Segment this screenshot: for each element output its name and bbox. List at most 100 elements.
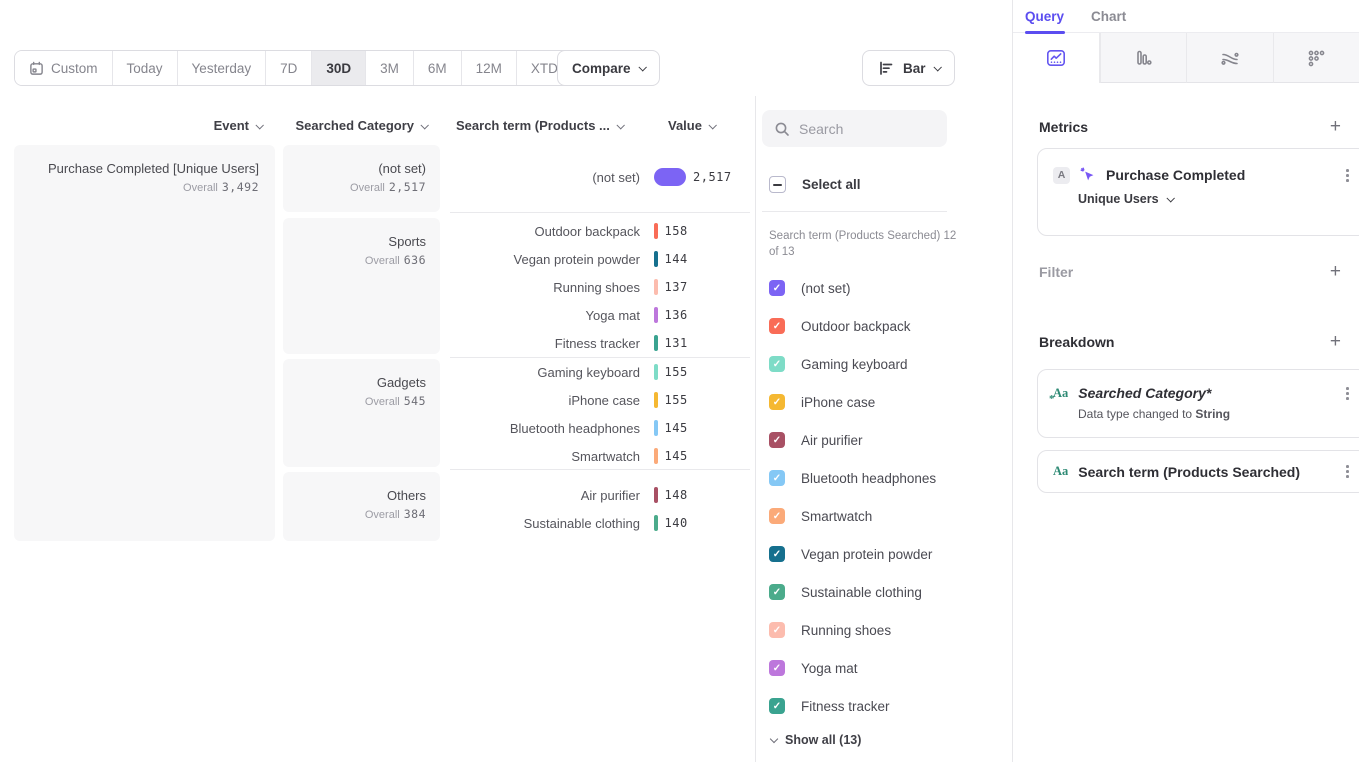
value-row[interactable]: Running shoes137 bbox=[450, 273, 750, 301]
bar-chart-icon bbox=[877, 59, 895, 77]
item-label: Gaming keyboard bbox=[801, 357, 908, 372]
breakdown-card-searched-category[interactable]: Aa* Searched Category* Data type changed… bbox=[1037, 369, 1359, 438]
select-all-checkbox[interactable] bbox=[769, 176, 786, 193]
filter-item[interactable]: ✓Outdoor backpack bbox=[769, 318, 911, 334]
value-row[interactable]: Yoga mat136 bbox=[450, 301, 750, 329]
compare-button[interactable]: Compare bbox=[557, 50, 660, 86]
value-row[interactable]: Sustainable clothing140 bbox=[450, 509, 750, 537]
search-icon bbox=[774, 121, 790, 137]
date-range-today[interactable]: Today bbox=[113, 51, 178, 85]
item-checkbox[interactable]: ✓ bbox=[769, 508, 785, 524]
value-row[interactable]: iPhone case155 bbox=[450, 386, 750, 414]
item-checkbox[interactable]: ✓ bbox=[769, 584, 785, 600]
chart-type-select[interactable]: Bar bbox=[862, 50, 955, 86]
column-header-value[interactable]: Value bbox=[668, 118, 715, 133]
column-header-category[interactable]: Searched Category bbox=[283, 118, 427, 133]
tab-funnels[interactable] bbox=[1100, 33, 1187, 83]
category-cell[interactable]: Gadgets Overall545 bbox=[283, 359, 440, 467]
search-input[interactable] bbox=[799, 121, 929, 137]
metric-card[interactable]: A Purchase Completed Unique Users bbox=[1037, 148, 1359, 236]
date-range-12m[interactable]: 12M bbox=[462, 51, 517, 85]
value-row[interactable]: Bluetooth headphones145 bbox=[450, 414, 750, 442]
metric-menu-button[interactable] bbox=[1343, 166, 1352, 185]
item-label: Yoga mat bbox=[801, 661, 858, 676]
value-row[interactable]: Gaming keyboard155 bbox=[450, 358, 750, 386]
date-range-yesterday[interactable]: Yesterday bbox=[178, 51, 267, 85]
value-number: 145 bbox=[665, 449, 688, 463]
value-bar bbox=[654, 279, 658, 295]
term-label: Outdoor backpack bbox=[450, 224, 640, 239]
filter-item[interactable]: ✓Sustainable clothing bbox=[769, 584, 922, 600]
item-checkbox[interactable]: ✓ bbox=[769, 660, 785, 676]
item-checkbox[interactable]: ✓ bbox=[769, 318, 785, 334]
value-row[interactable]: Smartwatch145 bbox=[450, 442, 750, 470]
item-checkbox[interactable]: ✓ bbox=[769, 622, 785, 638]
column-header-term[interactable]: Search term (Products ... bbox=[456, 118, 623, 133]
filter-item[interactable]: ✓ Yoga mat bbox=[769, 660, 858, 676]
category-overall: Overall384 bbox=[365, 507, 426, 521]
item-checkbox[interactable]: ✓ bbox=[769, 356, 785, 372]
chevron-down-icon bbox=[708, 121, 716, 129]
breakdown-menu-button[interactable] bbox=[1343, 384, 1352, 403]
term-label: Bluetooth headphones bbox=[450, 421, 640, 436]
filter-item[interactable]: ✓ Smartwatch bbox=[769, 508, 872, 524]
category-cell[interactable]: Others Overall384 bbox=[283, 472, 440, 541]
item-checkbox[interactable]: ✓ bbox=[769, 280, 785, 296]
filter-item[interactable]: ✓Vegan protein powder bbox=[769, 546, 932, 562]
event-cell[interactable]: Purchase Completed [Unique Users] Overal… bbox=[14, 145, 275, 541]
filter-item[interactable]: ✓ Running shoes bbox=[769, 622, 891, 638]
tab-chart[interactable]: Chart bbox=[1091, 9, 1126, 24]
value-row[interactable]: Outdoor backpack158 bbox=[450, 217, 750, 245]
metric-event-name: Purchase Completed bbox=[1106, 167, 1333, 183]
item-checkbox[interactable]: ✓ bbox=[769, 394, 785, 410]
value-row[interactable]: Fitness tracker131 bbox=[450, 329, 750, 357]
filter-item[interactable]: ✓ Gaming keyboard bbox=[769, 356, 908, 372]
term-label: Fitness tracker bbox=[450, 336, 640, 351]
value-bar bbox=[654, 392, 658, 408]
item-checkbox[interactable]: ✓ bbox=[769, 546, 785, 562]
value-row[interactable]: Vegan protein powder144 bbox=[450, 245, 750, 273]
add-breakdown-button[interactable]: + bbox=[1330, 335, 1341, 349]
item-label: Running shoes bbox=[801, 623, 891, 638]
item-checkbox[interactable]: ✓ bbox=[769, 432, 785, 448]
item-label: Smartwatch bbox=[801, 509, 872, 524]
value-bar bbox=[654, 487, 658, 503]
add-filter-button[interactable]: + bbox=[1330, 265, 1341, 279]
category-cell[interactable]: Sports Overall636 bbox=[283, 218, 440, 354]
date-range-custom[interactable]: Custom bbox=[15, 51, 113, 85]
filter-item[interactable]: ✓Bluetooth headphones bbox=[769, 470, 936, 486]
item-checkbox[interactable]: ✓ bbox=[769, 698, 785, 714]
aggregation-select[interactable]: Unique Users bbox=[1078, 192, 1359, 206]
breakdown-card-search-term[interactable]: Aa Search term (Products Searched) bbox=[1037, 450, 1359, 493]
tab-retention[interactable] bbox=[1273, 33, 1359, 83]
value-row[interactable]: Air purifier148 bbox=[450, 481, 750, 509]
value-bar bbox=[654, 420, 658, 436]
tab-insights[interactable] bbox=[1013, 33, 1100, 83]
select-all[interactable]: Select all bbox=[769, 176, 861, 193]
value-row[interactable]: (not set)2,517 bbox=[450, 163, 750, 191]
date-range-30d[interactable]: 30D bbox=[312, 51, 366, 85]
breakdown-heading: Breakdown bbox=[1039, 334, 1114, 350]
tab-flows[interactable] bbox=[1186, 33, 1273, 83]
show-all-toggle[interactable]: Show all (13) bbox=[771, 733, 861, 747]
term-label: Running shoes bbox=[450, 280, 640, 295]
column-header-event[interactable]: Event bbox=[14, 118, 262, 133]
add-metric-button[interactable]: + bbox=[1330, 120, 1341, 134]
flows-icon bbox=[1219, 47, 1241, 69]
date-range-6m[interactable]: 6M bbox=[414, 51, 462, 85]
breakdown-menu-button[interactable] bbox=[1343, 462, 1352, 481]
filter-item[interactable]: ✓Fitness tracker bbox=[769, 698, 890, 714]
date-range-7d[interactable]: 7D bbox=[266, 51, 312, 85]
chevron-down-icon bbox=[420, 121, 428, 129]
filter-search[interactable] bbox=[762, 110, 947, 147]
term-label: (not set) bbox=[450, 170, 640, 185]
date-range-3m[interactable]: 3M bbox=[366, 51, 414, 85]
item-checkbox[interactable]: ✓ bbox=[769, 470, 785, 486]
chevron-down-icon bbox=[255, 121, 263, 129]
filter-item[interactable]: ✓iPhone case bbox=[769, 394, 875, 410]
filter-item[interactable]: ✓(not set) bbox=[769, 280, 851, 296]
event-overall: Overall3,492 bbox=[48, 180, 259, 194]
category-cell[interactable]: (not set) Overall2,517 bbox=[283, 145, 440, 212]
tab-query[interactable]: Query bbox=[1025, 9, 1064, 24]
filter-item[interactable]: ✓Air purifier bbox=[769, 432, 863, 448]
